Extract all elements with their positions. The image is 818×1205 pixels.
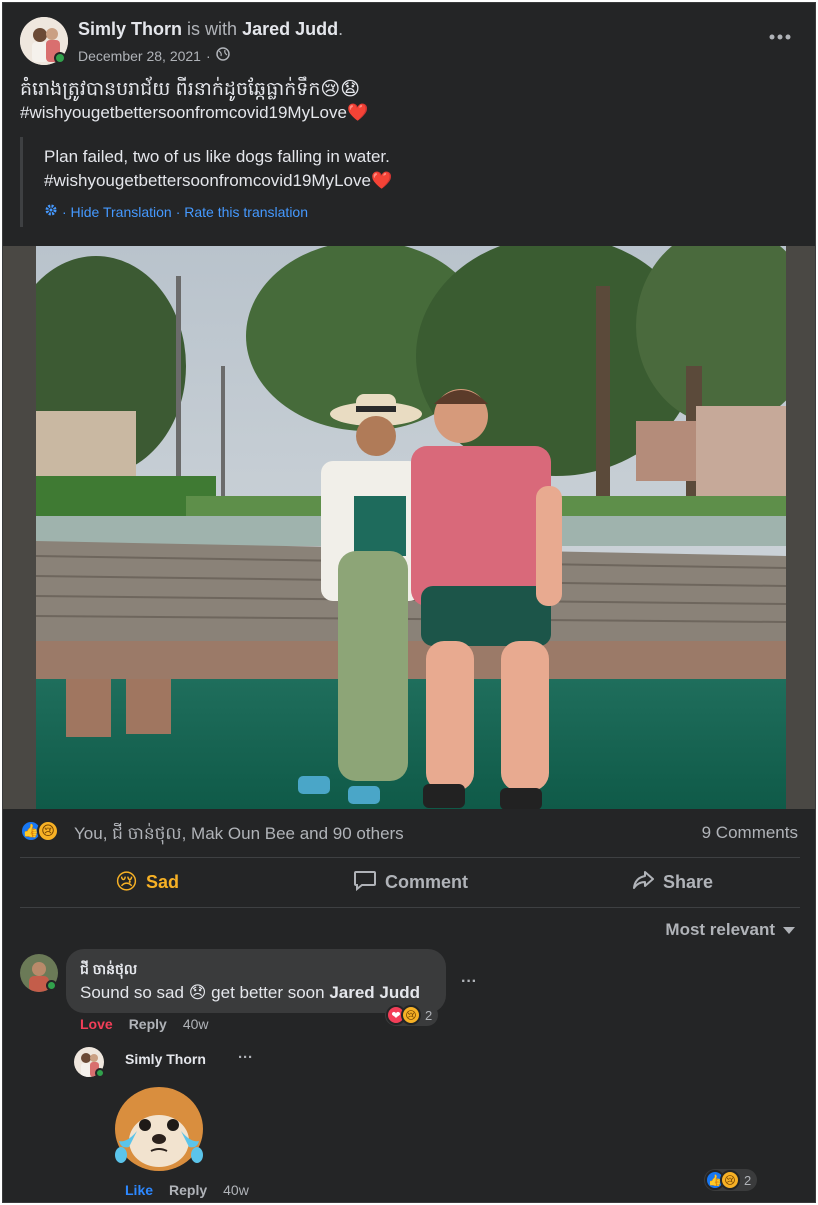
translation-line-2: #wishyougetbettersoonfromcovid19MyLove❤️ (44, 171, 393, 190)
comment-icon (353, 869, 377, 896)
reply-author[interactable]: Simly Thorn (125, 1051, 206, 1067)
reaction-summary[interactable]: You, ជី ចាន់ថុល, Mak Oun Bee and 90 othe… (74, 823, 404, 848)
reply-more-button[interactable]: ··· (238, 1049, 253, 1066)
comment-text: Sound so sad 😞 get better soon Jared Jud… (80, 983, 421, 1002)
with-text: is with (187, 19, 238, 39)
post-hashtag[interactable]: #wishyougetbettersoonfromcovid19MyLove❤️ (20, 103, 368, 123)
reply-link[interactable]: Reply (169, 1182, 207, 1198)
sad-button[interactable]: 😢 Sad (115, 869, 179, 895)
reply-reactions[interactable]: 👍 😢 2 (704, 1169, 758, 1191)
like-link[interactable]: Like (125, 1182, 153, 1198)
online-indicator (46, 980, 57, 991)
post-card: Simly Thorn is with Jared Judd. December… (2, 2, 816, 1203)
comment-author[interactable]: ជី ចាន់ថុល (80, 960, 137, 981)
divider (20, 907, 800, 908)
comment-reactions[interactable]: ❤ 😢 2 (385, 1004, 439, 1026)
post-meta: December 28, 2021 · (78, 47, 230, 64)
comment-mention[interactable]: Jared Judd (329, 983, 420, 1002)
online-indicator (95, 1068, 105, 1078)
translation-controls: · Hide Translation · Rate this translati… (44, 203, 308, 220)
comment-age[interactable]: 40w (183, 1016, 209, 1032)
post-header-line: Simly Thorn is with Jared Judd. (78, 19, 344, 39)
reply-link[interactable]: Reply (129, 1016, 167, 1032)
sad-reaction-icon: 😢 (720, 1170, 740, 1190)
sad-reaction-icon: 😢 (115, 869, 138, 894)
reply-age[interactable]: 40w (223, 1182, 249, 1198)
globe-icon (215, 47, 230, 64)
comments-count[interactable]: 9 Comments (702, 823, 798, 843)
comment-actions: Love Reply 40w (80, 1016, 209, 1032)
tagged-name[interactable]: Jared Judd (242, 19, 338, 39)
post-text: គំរោងត្រូវបានបរាជ័យ ពីរនាក់ដូចឆ្កែធ្លាក់… (20, 79, 361, 100)
reaction-icons[interactable]: 👍 😢 (20, 820, 59, 842)
comment-button[interactable]: Comment (353, 869, 468, 896)
online-indicator (54, 52, 66, 64)
author-name[interactable]: Simly Thorn (78, 19, 182, 39)
sort-dropdown[interactable]: Most relevant (665, 920, 795, 940)
disappointed-emoji: 😞 (188, 983, 207, 1002)
sad-reaction-icon: 😢 (401, 1005, 421, 1025)
translation-line-1: Plan failed, two of us like dogs falling… (44, 147, 390, 166)
caret-down-icon (783, 920, 795, 940)
post-date[interactable]: December 28, 2021 (78, 48, 201, 64)
gear-icon[interactable] (44, 203, 58, 220)
divider (20, 857, 800, 858)
photo-area[interactable] (3, 246, 815, 809)
comment-bubble (66, 949, 446, 1013)
post-photo (36, 246, 786, 809)
share-icon (631, 869, 655, 896)
reply-actions: Like Reply 40w (125, 1182, 249, 1198)
comment-more-button[interactable]: ··· (461, 973, 477, 991)
love-reaction-link[interactable]: Love (80, 1016, 113, 1032)
crying-dog-sticker[interactable] (107, 1077, 211, 1177)
more-options-icon[interactable] (768, 29, 792, 47)
hide-translation-link[interactable]: · Hide Translation (62, 204, 172, 220)
sad-icon: 😢 (37, 820, 59, 842)
share-button[interactable]: Share (631, 869, 713, 896)
rate-translation-link[interactable]: · Rate this translation (176, 204, 308, 220)
